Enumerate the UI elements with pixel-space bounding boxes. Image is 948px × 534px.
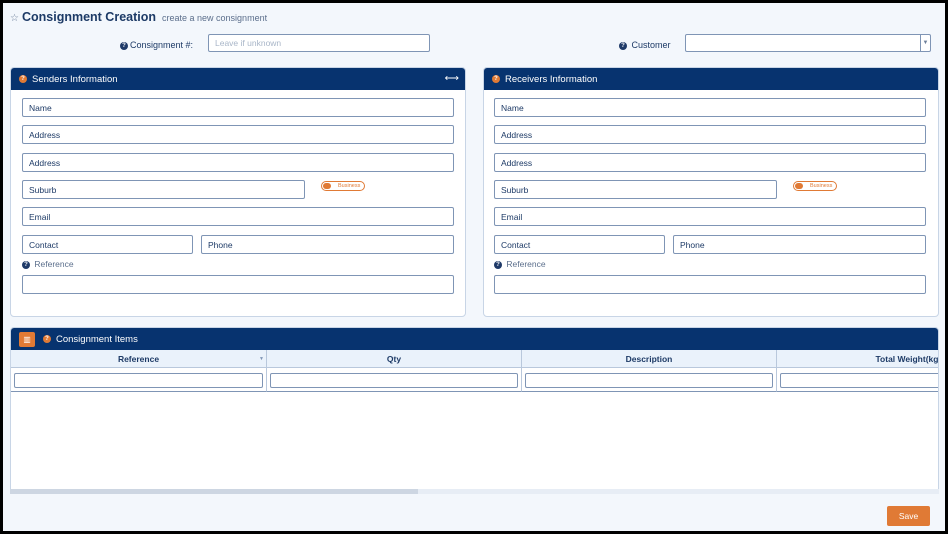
column-label: Description [625, 353, 673, 364]
filter-cell [777, 368, 938, 392]
receiver-phone-input[interactable]: Phone [673, 235, 926, 254]
scrollbar-thumb[interactable] [10, 489, 418, 494]
app-frame: ☆ Consignment Creation create a new cons… [3, 3, 945, 531]
column-header-description[interactable]: Description [522, 350, 777, 368]
help-icon[interactable]: ? [492, 75, 500, 83]
help-icon[interactable]: ? [619, 41, 627, 50]
book-icon[interactable]: ▥ [19, 331, 35, 347]
receiver-suburb-input[interactable]: Suburb [494, 180, 777, 199]
sender-contact-input[interactable]: Contact [22, 235, 193, 254]
description-filter-input[interactable] [525, 373, 773, 388]
qty-filter-input[interactable] [270, 373, 518, 388]
sender-email-input[interactable]: Email [22, 207, 454, 226]
column-label: Total Weight(kgs) [875, 353, 939, 364]
reference-filter-input[interactable] [14, 373, 263, 388]
title-row: ☆ Consignment Creation create a new cons… [10, 10, 267, 24]
page-subtitle: create a new consignment [162, 13, 268, 23]
sort-icon[interactable]: ▼ [259, 356, 264, 362]
sender-suburb-input[interactable]: Suburb [22, 180, 305, 199]
expand-icon[interactable]: ⟷ [445, 73, 459, 84]
sender-name-input[interactable]: Name [22, 98, 454, 117]
receiver-contact-input[interactable]: Contact [494, 235, 665, 254]
receiver-address2-input[interactable]: Address [494, 153, 926, 172]
consignment-number-input[interactable]: Leave if unknown [208, 34, 430, 52]
filter-cell [522, 368, 777, 392]
items-panel-header: ▥ ? Consignment Items [11, 328, 938, 350]
receiver-name-input[interactable]: Name [494, 98, 926, 117]
help-icon[interactable]: ? [120, 41, 128, 50]
column-header-qty[interactable]: Qty [267, 350, 522, 368]
receiver-address1-input[interactable]: Address [494, 125, 926, 144]
toggle-label: Business [338, 183, 361, 189]
sender-address1-input[interactable]: Address [22, 125, 454, 144]
help-icon[interactable]: ? [19, 75, 27, 83]
horizontal-scrollbar[interactable] [10, 489, 939, 494]
star-icon[interactable]: ☆ [10, 13, 19, 24]
receivers-panel-header: ? Receivers Information [484, 68, 938, 90]
receiver-business-toggle[interactable]: Business [793, 181, 837, 191]
dropdown-arrow-icon[interactable]: ▼ [920, 35, 930, 51]
column-header-total-weight[interactable]: Total Weight(kgs) [777, 350, 939, 368]
consignment-items-panel: ▥ ? Consignment Items Reference ▼ Qty De… [10, 327, 939, 493]
save-button[interactable]: Save [887, 506, 930, 526]
customer-select[interactable]: ▼ [685, 34, 931, 52]
senders-panel-title: Senders Information [32, 73, 118, 85]
help-icon[interactable]: ? [43, 335, 51, 343]
receiver-email-input[interactable]: Email [494, 207, 926, 226]
toggle-knob [323, 183, 331, 189]
filter-cell [267, 368, 522, 392]
column-header-reference[interactable]: Reference ▼ [11, 350, 267, 368]
total-weight-filter-input[interactable] [780, 373, 938, 388]
receiver-reference-label: ? Reference [494, 259, 546, 269]
column-label: Qty [386, 353, 402, 364]
help-icon[interactable]: ? [22, 260, 30, 269]
toggle-label: Business [810, 183, 833, 189]
sender-business-toggle[interactable]: Business [321, 181, 365, 191]
senders-panel-header: ? Senders Information ⟷ [11, 68, 465, 90]
sender-address2-input[interactable]: Address [22, 153, 454, 172]
column-label: Reference [117, 353, 160, 364]
toggle-knob [795, 183, 803, 189]
receivers-panel-title: Receivers Information [505, 73, 598, 85]
filter-cell [11, 368, 267, 392]
consignment-number-label: ? Consignment #: [120, 40, 193, 50]
sender-phone-input[interactable]: Phone [201, 235, 454, 254]
sender-reference-label: ? Reference [22, 259, 74, 269]
items-panel-title: Consignment Items [56, 333, 138, 345]
help-icon[interactable]: ? [494, 260, 502, 269]
page-title: Consignment Creation [21, 10, 157, 24]
customer-label: ? Customer [619, 40, 671, 50]
sender-reference-input[interactable] [22, 275, 454, 294]
receiver-reference-input[interactable] [494, 275, 926, 294]
